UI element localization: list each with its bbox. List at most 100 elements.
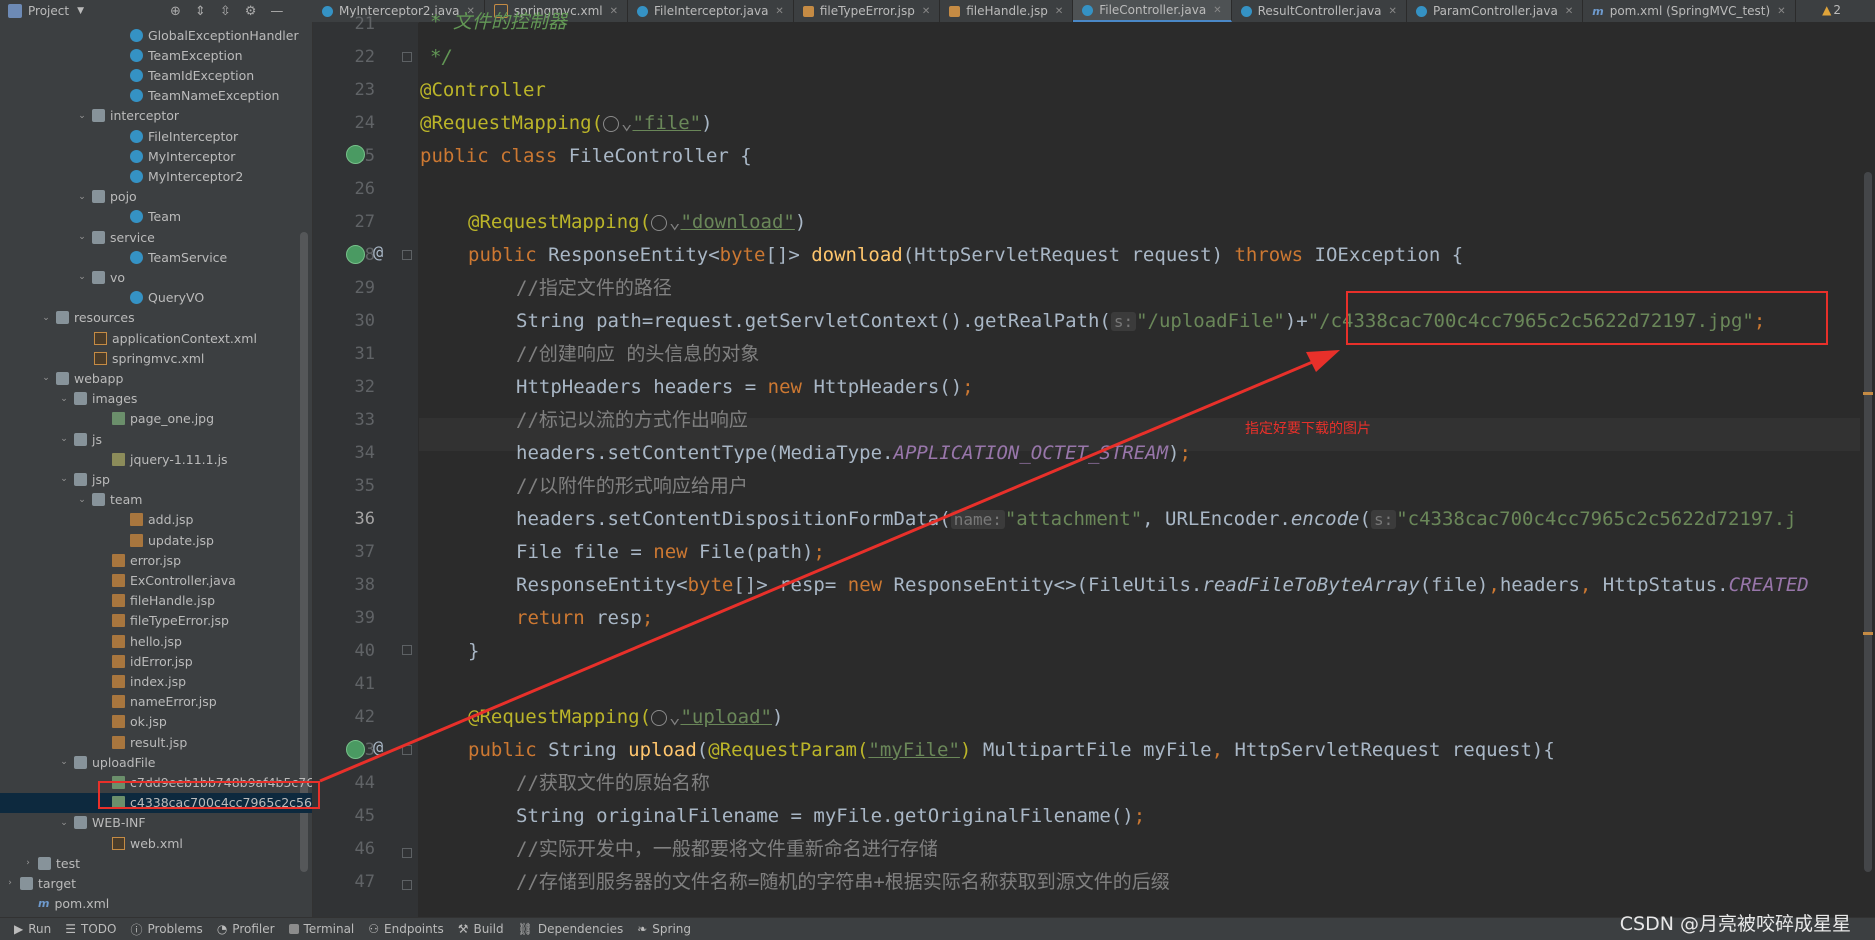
close-icon[interactable]: ✕: [1213, 5, 1221, 16]
tree-item[interactable]: page_one.jpg: [0, 409, 312, 429]
tree-item[interactable]: applicationContext.xml: [0, 328, 312, 348]
chevron-down-icon[interactable]: ⌄: [76, 232, 88, 242]
tree-item[interactable]: ⌄ team: [0, 490, 312, 510]
fold-marker[interactable]: [402, 848, 412, 858]
fold-marker[interactable]: [402, 250, 412, 260]
chevron-right-icon[interactable]: ›: [4, 878, 16, 888]
chevron-down-icon[interactable]: ⌄: [58, 434, 70, 444]
chevron-down-icon[interactable]: ⌄: [76, 495, 88, 505]
tree-item[interactable]: fileHandle.jsp: [0, 591, 312, 611]
hide-icon[interactable]: —: [270, 4, 283, 19]
chevron-down-icon[interactable]: ⌄: [40, 373, 52, 383]
tree-item[interactable]: Team: [0, 207, 312, 227]
tree-item[interactable]: ⌄ WEB-INF: [0, 813, 312, 833]
run-tool[interactable]: ▶ Run: [14, 922, 51, 936]
tree-item[interactable]: add.jsp: [0, 510, 312, 530]
fold-marker[interactable]: [402, 52, 412, 62]
fold-marker[interactable]: [402, 645, 412, 655]
close-icon[interactable]: ✕: [775, 6, 783, 17]
chevron-down-icon[interactable]: ⌄: [58, 757, 70, 767]
collapse-all-icon[interactable]: ⇳: [220, 4, 231, 19]
tree-item[interactable]: springmvc.xml: [0, 348, 312, 368]
globe-icon[interactable]: [651, 709, 668, 726]
tree-item[interactable]: fileTypeError.jsp: [0, 611, 312, 631]
tree-item[interactable]: ⌄ service: [0, 227, 312, 247]
tree-item[interactable]: TeamNameException: [0, 86, 312, 106]
chevron-down-icon[interactable]: ⌄: [76, 272, 88, 282]
tree-item[interactable]: hello.jsp: [0, 631, 312, 651]
editor-tab[interactable]: ParamController.java ✕: [1407, 0, 1584, 22]
tree-item[interactable]: ExController.java: [0, 570, 312, 590]
warnings-indicator[interactable]: ▲ 2: [1822, 3, 1841, 17]
editor-tab[interactable]: ResultController.java ✕: [1232, 0, 1407, 22]
tree-item[interactable]: TeamException: [0, 45, 312, 65]
tree-item[interactable]: result.jsp: [0, 732, 312, 752]
expand-all-icon[interactable]: ⇕: [195, 4, 206, 19]
warning-marker[interactable]: [1863, 632, 1873, 635]
tree-item[interactable]: error.jsp: [0, 550, 312, 570]
close-icon[interactable]: ✕: [1055, 6, 1063, 17]
tree-item[interactable]: ⌄ webapp: [0, 368, 312, 388]
fold-marker[interactable]: [402, 745, 412, 755]
spring-bean-icon[interactable]: [346, 145, 365, 164]
tree-item[interactable]: GlobalExceptionHandler: [0, 25, 312, 45]
close-icon[interactable]: ✕: [1389, 6, 1397, 17]
tree-item[interactable]: ok.jsp: [0, 712, 312, 732]
spring-mapping-icon[interactable]: [346, 245, 365, 264]
chevron-down-icon[interactable]: ⌄: [58, 474, 70, 484]
chevron-down-icon[interactable]: ⌄: [76, 111, 88, 121]
globe-icon[interactable]: [603, 115, 620, 132]
terminal-tool[interactable]: Terminal: [288, 922, 354, 936]
editor-scrollbar[interactable]: [1860, 22, 1875, 918]
locate-icon[interactable]: ⊕: [170, 4, 181, 19]
tree-item[interactable]: ⌄ interceptor: [0, 106, 312, 126]
profiler-tool[interactable]: ◔ Profiler: [217, 922, 275, 936]
tree-item[interactable]: ⌄ resources: [0, 308, 312, 328]
tree-item[interactable]: MyInterceptor: [0, 146, 312, 166]
tree-item[interactable]: ⌄ images: [0, 389, 312, 409]
tree-item[interactable]: jquery-1.11.1.js: [0, 449, 312, 469]
chevron-right-icon[interactable]: ›: [22, 858, 34, 868]
globe-icon[interactable]: [651, 214, 668, 231]
spring-tool[interactable]: ❧ Spring: [637, 922, 691, 936]
tree-item[interactable]: index.jsp: [0, 671, 312, 691]
tree-item[interactable]: › test: [0, 853, 312, 873]
tree-item[interactable]: idError.jsp: [0, 651, 312, 671]
close-icon[interactable]: ✕: [1565, 6, 1573, 17]
tree-item[interactable]: TeamService: [0, 247, 312, 267]
endpoints-tool[interactable]: ⚇ Endpoints: [368, 922, 443, 936]
build-tool[interactable]: ⚒ Build: [458, 922, 504, 936]
editor-tab[interactable]: fileTypeError.jsp ✕: [794, 0, 941, 22]
editor-tab[interactable]: fileHandle.jsp ✕: [940, 0, 1074, 22]
at-mapping-icon[interactable]: @: [373, 243, 383, 263]
close-icon[interactable]: ✕: [1777, 6, 1785, 17]
chevron-down-icon[interactable]: ⌄: [58, 394, 70, 404]
tree-item[interactable]: ⌄ js: [0, 429, 312, 449]
tree-item[interactable]: QueryVO: [0, 288, 312, 308]
tree-item[interactable]: update.jsp: [0, 530, 312, 550]
chevron-down-icon[interactable]: ⌄: [40, 313, 52, 323]
tree-item[interactable]: nameError.jsp: [0, 692, 312, 712]
warning-marker[interactable]: [1863, 392, 1873, 395]
editor-tab[interactable]: FileInterceptor.java ✕: [628, 0, 794, 22]
tree-item[interactable]: ⌄ vo: [0, 267, 312, 287]
tree-item[interactable]: › target: [0, 873, 312, 893]
close-icon[interactable]: ✕: [610, 6, 618, 17]
chevron-down-icon[interactable]: ⌄: [58, 818, 70, 828]
tree-item[interactable]: FileInterceptor: [0, 126, 312, 146]
tree-item[interactable]: ⌄ jsp: [0, 469, 312, 489]
todo-tool[interactable]: ☰ TODO: [65, 922, 116, 936]
editor-tab[interactable]: FileController.java ✕: [1073, 0, 1232, 22]
editor-scrollbar-thumb[interactable]: [1864, 172, 1872, 872]
gear-icon[interactable]: ⚙: [245, 4, 257, 19]
tree-item[interactable]: TeamIdException: [0, 65, 312, 85]
chevron-down-icon[interactable]: ⌄: [76, 192, 88, 202]
tree-item[interactable]: web.xml: [0, 833, 312, 853]
fold-marker[interactable]: [402, 880, 412, 890]
problems-tool[interactable]: ⓘ Problems: [130, 921, 202, 938]
dependencies-tool[interactable]: ⛓ Dependencies: [518, 922, 624, 936]
spring-mapping-icon[interactable]: [346, 740, 365, 759]
close-icon[interactable]: ✕: [922, 6, 930, 17]
at-mapping-icon[interactable]: @: [373, 738, 383, 758]
tree-item[interactable]: ⌄ uploadFile: [0, 752, 312, 772]
